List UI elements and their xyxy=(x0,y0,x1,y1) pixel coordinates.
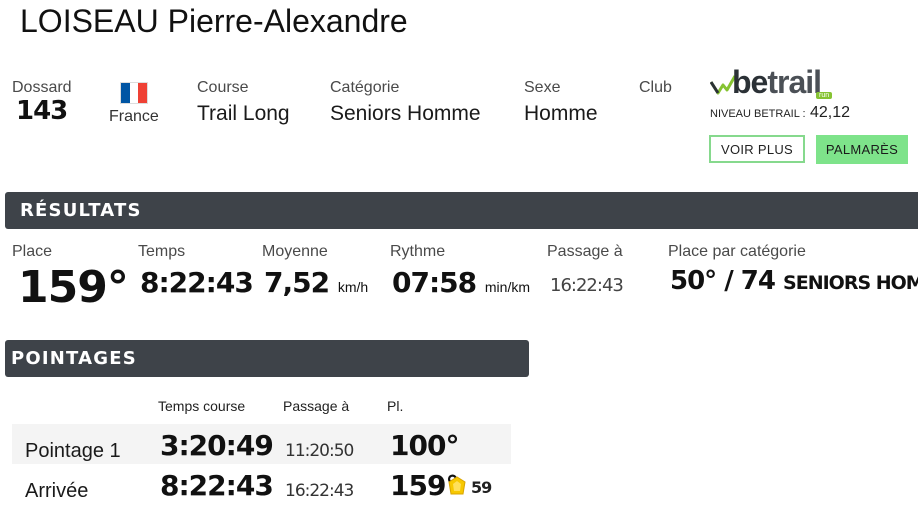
header-place: Pl. xyxy=(387,398,404,414)
place-categorie-value: 50° / 74 SENIORS HOMME xyxy=(670,266,918,296)
checkpoint-place: 100° xyxy=(390,429,459,462)
checkpoint-name: Pointage 1 xyxy=(25,440,121,462)
dossard-label: Dossard xyxy=(12,79,72,96)
checkpoint-passage: 11:20:50 xyxy=(285,441,354,461)
sexe-value: Homme xyxy=(524,102,598,125)
results-title: RÉSULTATS xyxy=(20,200,142,221)
france-flag-icon xyxy=(120,82,148,104)
sexe-label: Sexe xyxy=(524,79,561,96)
header-temps-course: Temps course xyxy=(158,398,246,414)
rythme-unit: min/km xyxy=(484,279,531,295)
pointages-title: POINTAGES xyxy=(11,348,137,369)
temps-value: 8:22:43 xyxy=(140,266,254,299)
moyenne-unit: km/h xyxy=(337,279,369,295)
place-label: Place xyxy=(12,243,53,260)
categorie-label: Catégorie xyxy=(330,79,400,96)
course-value: Trail Long xyxy=(197,102,290,125)
club-label: Club xyxy=(639,79,672,96)
betrail-logo[interactable]: betrail run xyxy=(710,64,850,102)
checkpoint-passage: 16:22:43 xyxy=(285,481,354,501)
betrail-logo-sub: run xyxy=(816,92,833,99)
dossard-value: 143 xyxy=(16,96,68,126)
niveau-betrail-label: NIVEAU BETRAIL : xyxy=(710,108,806,120)
checkpoint-temps: 3:20:49 xyxy=(160,429,274,462)
place-categorie-label: Place par catégorie xyxy=(668,243,806,260)
passage-label: Passage à xyxy=(547,243,623,260)
moyenne-label: Moyenne xyxy=(262,243,328,260)
runner-name: LOISEAU Pierre-Alexandre xyxy=(20,3,408,39)
place-value: 159° xyxy=(18,262,129,313)
voir-plus-button[interactable]: VOIR PLUS xyxy=(709,135,805,163)
country-name: France xyxy=(109,108,159,125)
passage-value: 16:22:43 xyxy=(550,275,624,296)
medal-icon xyxy=(448,476,466,495)
checkpoint-temps: 8:22:43 xyxy=(160,469,274,502)
palmares-button[interactable]: PALMARÈS xyxy=(816,135,908,164)
rythme-label: Rythme xyxy=(390,243,446,260)
temps-label: Temps xyxy=(138,243,186,260)
rythme-value: 07:58 min/km xyxy=(392,266,531,299)
header-passage: Passage à xyxy=(283,398,350,414)
checkpoint-badge-value: 59 xyxy=(471,478,492,497)
moyenne-value: 7,52 km/h xyxy=(264,266,369,299)
place-categorie-name: SENIORS HOMME xyxy=(783,272,918,294)
pointages-section-header: POINTAGES xyxy=(5,340,529,377)
categorie-value: Seniors Homme xyxy=(330,102,481,125)
betrail-logo-text: betrail xyxy=(732,64,822,100)
results-section-header: RÉSULTATS xyxy=(5,192,918,229)
niveau-betrail-value: 42,12 xyxy=(810,104,851,121)
checkpoint-name: Arrivée xyxy=(25,480,89,502)
course-label: Course xyxy=(197,79,249,96)
